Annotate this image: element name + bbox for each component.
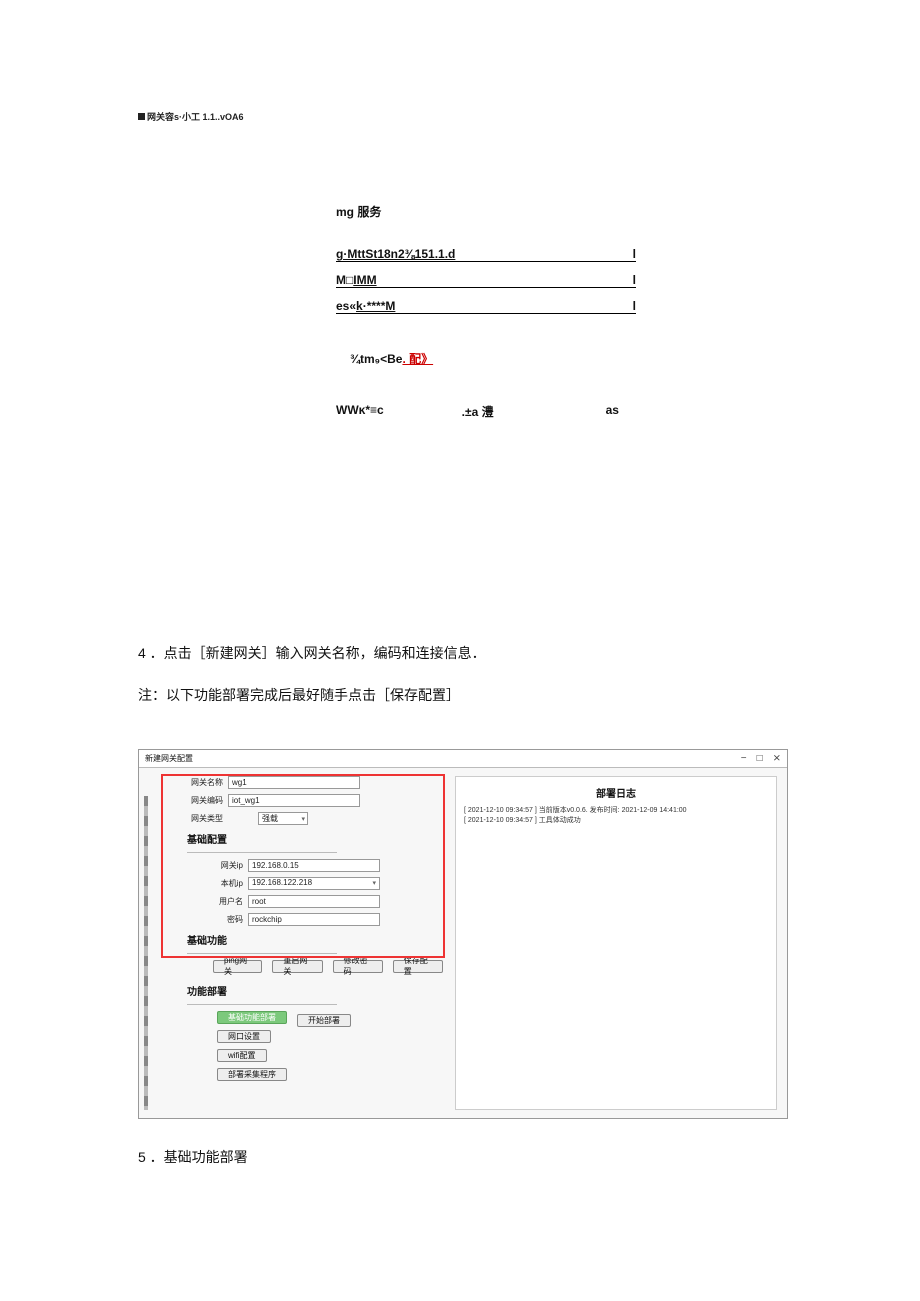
gw-type-select[interactable]: 强载 ▾ xyxy=(258,812,308,825)
user-label: 用户名 xyxy=(205,896,243,907)
minimize-icon[interactable]: − xyxy=(741,753,747,764)
maximize-icon[interactable]: □ xyxy=(757,753,763,764)
restart-button[interactable]: 重启网关 xyxy=(272,960,322,973)
svc-row-2[interactable]: M□IMM l xyxy=(336,270,636,288)
left-rail xyxy=(144,796,148,1110)
status-2: .±a 澧 xyxy=(462,403,494,420)
gw-code-label: 网关编码 xyxy=(185,795,223,806)
gw-name-input[interactable] xyxy=(228,776,360,789)
section-divider xyxy=(187,1004,337,1005)
chevron-down-icon: ▾ xyxy=(372,879,376,887)
new-gateway-window: 新建网关配置 − □ ⨯ 网关名称 网关编码 网关类型 xyxy=(138,749,788,1119)
svc-row-1[interactable]: g·MttSt18n2⅜151.1.d l xyxy=(336,244,636,262)
deploy-log-title: 部署日志 xyxy=(464,785,768,800)
section-divider xyxy=(187,852,337,853)
pwd-input[interactable] xyxy=(248,913,380,926)
port-cfg-button[interactable]: 网口设置 xyxy=(217,1030,271,1043)
user-input[interactable] xyxy=(248,895,380,908)
svc-row-2-label: M□IMM xyxy=(336,273,377,287)
status-1: WWĸ*≡c xyxy=(336,403,384,420)
text-cursor-icon: l xyxy=(633,273,636,287)
local-ip-select[interactable]: 192.168.122.218 ▾ xyxy=(248,877,380,890)
header-square-icon xyxy=(138,113,145,120)
chevron-down-icon: ▾ xyxy=(301,815,305,823)
pwd-label: 密码 xyxy=(205,914,243,925)
svc-row-3[interactable]: es«k·****M l xyxy=(336,296,636,314)
note-red-link[interactable]: . 配》 xyxy=(402,352,433,366)
svc-title: mg 服务 xyxy=(336,203,636,220)
ping-button[interactable]: ping网关 xyxy=(213,960,262,973)
section-divider xyxy=(187,953,337,954)
gw-ip-input[interactable] xyxy=(248,859,380,872)
basic-deploy-button[interactable]: 基础功能部署 xyxy=(217,1011,287,1024)
wifi-cfg-button[interactable]: wifi配置 xyxy=(217,1049,267,1062)
deploy-collector-button[interactable]: 部署采集程序 xyxy=(217,1068,287,1081)
deploy-log-panel: 部署日志 [ 2021-12-10 09:34:57 ] 当前版本v0.0.6.… xyxy=(455,776,777,1110)
save-button[interactable]: 保存配置 xyxy=(393,960,443,973)
close-icon[interactable]: ⨯ xyxy=(773,753,781,764)
gw-name-label: 网关名称 xyxy=(185,777,223,788)
text-cursor-icon: l xyxy=(633,247,636,261)
status-row: WWĸ*≡c .±a 澧 as xyxy=(336,403,636,420)
chpwd-button[interactable]: 修改密码 xyxy=(333,960,383,973)
note-line: ¾tm₉<Be. 配》 xyxy=(350,350,636,367)
section-fn-deploy: 功能部署 xyxy=(187,983,443,1000)
local-ip-label: 本机ip xyxy=(205,878,243,889)
body-note: 注：以下功能部署完成后最好随手点击［保存配置］ xyxy=(138,677,782,713)
section-basic-fn: 基础功能 xyxy=(187,932,443,949)
gw-ip-label: 网关ip xyxy=(205,860,243,871)
start-deploy-button[interactable]: 开始部署 xyxy=(297,1014,351,1027)
step-4: 4 ．点击［新建网关］输入网关名称，编码和连接信息． xyxy=(138,635,782,671)
section-basic-cfg: 基础配置 xyxy=(187,831,443,848)
log-line: [ 2021-12-10 09:34:57 ] 当前版本v0.0.6. 发布时间… xyxy=(464,806,768,816)
window-title: 新建网关配置 xyxy=(145,753,193,764)
header-text: 网关容s·小工 1.1..vOA6 xyxy=(147,110,244,123)
gw-type-label: 网关类型 xyxy=(185,813,223,824)
gw-code-input[interactable] xyxy=(228,794,360,807)
step-5: 5 ．基础功能部署 xyxy=(138,1147,782,1167)
page-header: 网关容s·小工 1.1..vOA6 xyxy=(138,110,782,123)
svc-row-3-label: es«k·****M xyxy=(336,299,395,313)
status-3: as xyxy=(606,403,619,420)
log-line: [ 2021-12-10 09:34:57 ] 工具体动成功 xyxy=(464,816,768,826)
svc-row-1-label: g·MttSt18n2⅜151.1.d xyxy=(336,247,455,261)
text-cursor-icon: l xyxy=(633,299,636,313)
